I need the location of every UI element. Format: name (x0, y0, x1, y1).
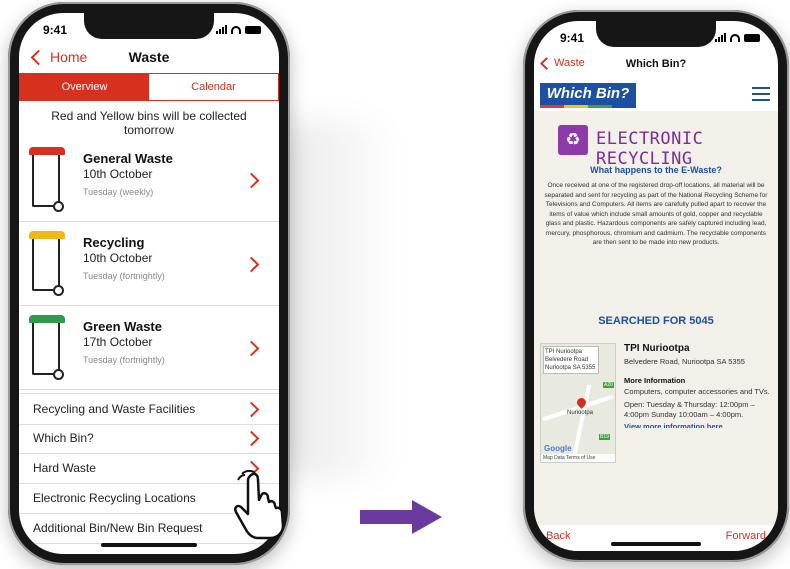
map-road-label: B19 (599, 434, 610, 440)
tap-hand-icon (234, 470, 285, 540)
menu-item-which-bin[interactable]: Which Bin? (19, 423, 279, 454)
bin-icon (29, 315, 65, 383)
signal-icon (715, 33, 726, 42)
bin-row-green[interactable]: Green Waste 17th October Tuesday (fortni… (19, 309, 279, 390)
nav-bar: Waste Which Bin? (534, 53, 778, 79)
menu-label: Electronic Recycling Locations (33, 491, 196, 505)
info-paragraph: Once received at one of the registered d… (544, 182, 768, 246)
notch (596, 21, 716, 47)
signal-icon (216, 25, 227, 34)
location-address: Belvedere Road, Nuriootpa SA 5355 (624, 357, 745, 366)
more-info-link[interactable]: View more information here (624, 422, 774, 428)
bin-lid (29, 315, 65, 323)
notch (84, 13, 214, 39)
status-time: 9:41 (43, 23, 68, 37)
back-button[interactable]: Back (546, 530, 570, 542)
map-road (570, 384, 592, 462)
menu-label: Recycling and Waste Facilities (33, 402, 196, 416)
chevron-right-icon (243, 256, 260, 273)
bin-date: 10th October (83, 167, 153, 181)
bin-icon (29, 147, 65, 215)
page-title: Waste (128, 49, 170, 65)
more-info-heading: More Information (624, 376, 686, 385)
map-town-label: Nuriootpa (567, 410, 594, 416)
wifi-icon (730, 34, 740, 42)
bin-row-general[interactable]: General Waste 10th October Tuesday (week… (19, 141, 279, 222)
battery-icon (245, 26, 261, 34)
right-phone: 9:41 Waste Which Bin? Which Bin? ♻ ELECT… (523, 10, 789, 562)
search-result-heading: SEARCHED FOR 5045 (598, 315, 714, 327)
collection-notice: Red and Yellow bins will be collected to… (51, 109, 247, 137)
status-icons (715, 33, 760, 42)
page-title: Which Bin? (625, 58, 687, 70)
location-description: Computers, computer accessories and TVs. (624, 387, 770, 396)
battery-icon (744, 34, 760, 42)
section-title: ELECTRONIC RECYCLING (596, 129, 704, 169)
segmented-control: Overview Calendar (19, 73, 279, 101)
bin-row-recycling[interactable]: Recycling 10th October Tuesday (fortnigh… (19, 225, 279, 306)
color-stripe (540, 105, 636, 108)
forward-button[interactable]: Forward (726, 530, 766, 542)
recycling-bin-icon: ♻ (558, 125, 588, 155)
map-callout: TPI Nuriootpa Belvedere Road Nuriootpa S… (543, 346, 599, 374)
web-content: ♻ ELECTRONIC RECYCLING What happens to t… (534, 111, 778, 525)
tab-overview[interactable]: Overview (20, 74, 149, 100)
nav-bar: Home Waste (19, 45, 279, 73)
google-logo: Google (544, 444, 572, 453)
chevron-right-icon (243, 340, 260, 357)
tab-calendar[interactable]: Calendar (149, 74, 278, 100)
menu-label: Hard Waste (33, 461, 96, 475)
arrow-right-icon (360, 500, 442, 534)
bin-date: 10th October (83, 251, 153, 265)
bin-wheel (53, 369, 64, 380)
bin-name: Green Waste (83, 319, 162, 334)
status-icons (216, 25, 261, 34)
browser-footer: Back Forward (534, 525, 778, 551)
bin-lid (29, 147, 65, 155)
site-banner: Which Bin? (540, 83, 772, 109)
menu-label: Additional Bin/New Bin Request (33, 521, 203, 535)
wifi-icon (231, 26, 241, 34)
location-map[interactable]: TPI Nuriootpa Belvedere Road Nuriootpa S… (540, 343, 616, 463)
bin-lid (29, 231, 65, 239)
map-road-label: A20 (603, 382, 614, 388)
brand-logo[interactable]: Which Bin? (540, 83, 636, 105)
which-bin-screen: 9:41 Waste Which Bin? Which Bin? ♻ ELECT… (534, 21, 778, 551)
chevron-right-icon (243, 430, 260, 447)
bin-frequency: Tuesday (weekly) (83, 187, 154, 197)
question-heading: What happens to the E-Waste? (590, 165, 722, 175)
location-name: TPI Nuriootpa (624, 343, 690, 354)
home-indicator (101, 543, 197, 547)
hamburger-menu-icon[interactable] (752, 87, 770, 101)
bin-wheel (53, 201, 64, 212)
bin-name: General Waste (83, 151, 173, 166)
opening-hours: Open: Tuesday & Thursday: 12:00pm – 4:00… (624, 400, 755, 419)
bin-icon (29, 231, 65, 299)
bin-date: 17th October (83, 335, 153, 349)
bin-name: Recycling (83, 235, 145, 250)
bin-frequency: Tuesday (fortnightly) (83, 355, 165, 365)
home-indicator (611, 542, 701, 546)
bin-body (32, 155, 60, 207)
section-header: ♻ ELECTRONIC RECYCLING (558, 125, 770, 169)
menu-label: Which Bin? (33, 431, 94, 445)
menu-item-facilities[interactable]: Recycling and Waste Facilities (19, 393, 279, 425)
chevron-right-icon (243, 172, 260, 189)
bin-wheel (53, 285, 64, 296)
map-footer[interactable]: Map Data Terms of Use (541, 454, 615, 462)
status-time: 9:41 (560, 31, 585, 45)
location-details: TPI Nuriootpa Belvedere Road, Nuriootpa … (624, 343, 774, 428)
bin-body (32, 323, 60, 375)
chevron-right-icon (243, 401, 260, 418)
bin-body (32, 239, 60, 291)
bin-frequency: Tuesday (fortnightly) (83, 271, 165, 281)
